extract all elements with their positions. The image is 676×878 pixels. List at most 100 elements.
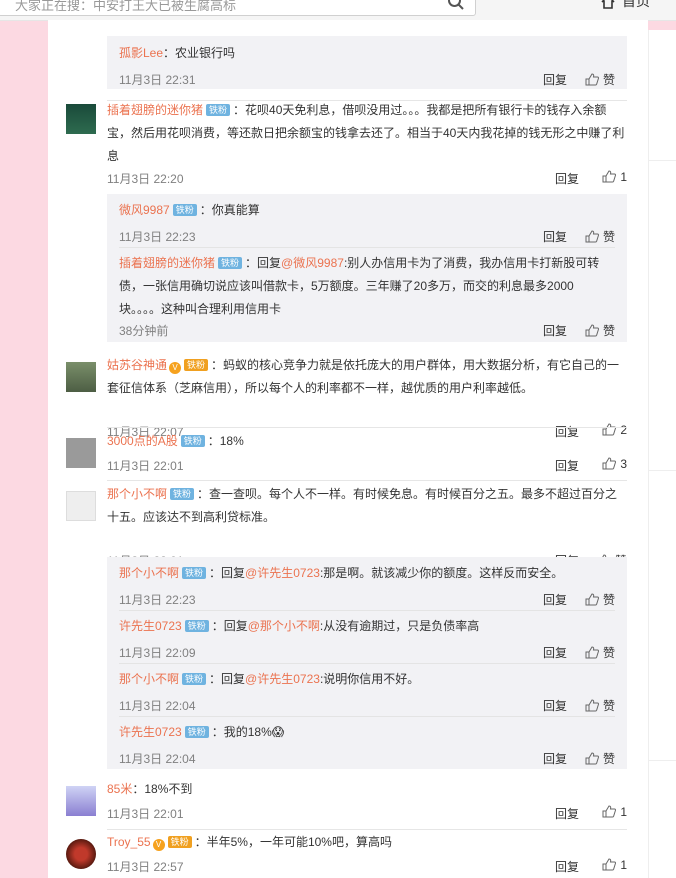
user-name[interactable]: 3000点的A股 bbox=[107, 434, 178, 448]
reply-text: :说明你信用不好。 bbox=[319, 672, 420, 686]
timestamp: 38分钟前 bbox=[119, 324, 169, 338]
fan-badge: 铁粉 bbox=[182, 567, 207, 579]
thumbs-up-icon bbox=[585, 646, 599, 659]
user-name[interactable]: 许先生0723 bbox=[119, 725, 182, 739]
timestamp: 11月3日 22:01 bbox=[107, 459, 184, 473]
user-name[interactable]: 孤影Lee bbox=[119, 46, 163, 60]
top-bar: 大家正在搜：中安打王大已被生腐高标 首页 bbox=[0, 0, 676, 21]
avatar[interactable] bbox=[66, 362, 96, 392]
like-button[interactable]: 1 bbox=[587, 858, 627, 872]
avatar[interactable] bbox=[66, 438, 96, 468]
user-name[interactable]: 微风9987 bbox=[119, 203, 170, 217]
thumbs-up-icon bbox=[585, 73, 599, 86]
fan-badge: 铁粉 bbox=[167, 836, 192, 848]
avatar[interactable] bbox=[66, 839, 96, 869]
reply-button[interactable]: 回复 bbox=[555, 170, 579, 187]
thumbs-up-icon bbox=[585, 324, 599, 337]
user-name[interactable]: 那个小不啊 bbox=[119, 672, 179, 686]
like-button[interactable]: 赞 bbox=[575, 591, 615, 608]
user-name[interactable]: 那个小不啊 bbox=[107, 487, 167, 501]
timestamp: 11月3日 22:09 bbox=[119, 646, 196, 660]
timestamp: 11月3日 22:04 bbox=[119, 699, 196, 713]
like-button[interactable]: 赞 bbox=[575, 71, 615, 88]
timestamp: 11月3日 22:20 bbox=[107, 172, 184, 186]
fan-badge: 铁粉 bbox=[182, 673, 207, 685]
comment-text: ：18% bbox=[207, 434, 244, 448]
reply-button[interactable]: 回复 bbox=[543, 697, 567, 714]
avatar[interactable] bbox=[66, 104, 96, 134]
thumbs-up-icon bbox=[585, 230, 599, 243]
like-button[interactable]: 赞 bbox=[575, 322, 615, 339]
timestamp: 11月3日 22:31 bbox=[119, 73, 196, 87]
fan-badge: 铁粉 bbox=[172, 204, 197, 216]
like-button[interactable]: 1 bbox=[587, 805, 627, 819]
reply-button[interactable]: 回复 bbox=[555, 858, 579, 875]
reply-button[interactable]: 回复 bbox=[543, 71, 567, 88]
vip-icon: V bbox=[169, 362, 182, 374]
fan-badge: 铁粉 bbox=[170, 488, 195, 500]
reply-button[interactable]: 回复 bbox=[555, 457, 579, 474]
reply-text: ：我的18%😱 bbox=[211, 725, 285, 739]
thumbs-up-icon bbox=[585, 593, 599, 606]
reply-button[interactable]: 回复 bbox=[543, 322, 567, 339]
reply-box: 孤影Lee：农业银行吗 11月3日 22:31 回复赞 bbox=[107, 36, 627, 89]
user-name[interactable]: 85米 bbox=[107, 782, 132, 796]
reply-text: 孤影Lee：农业银行吗 bbox=[119, 46, 236, 60]
user-name[interactable]: 姑苏谷神通 bbox=[107, 358, 167, 372]
comment-feed: 孤影Lee：农业银行吗 11月3日 22:31 回复赞 插着翅膀的迷你猪 铁粉 ：花呗… bbox=[48, 20, 648, 878]
fan-badge: 铁粉 bbox=[180, 435, 205, 447]
mention-link[interactable]: @微风9987 bbox=[281, 256, 344, 270]
reply-button[interactable]: 回复 bbox=[543, 228, 567, 245]
user-name[interactable]: 那个小不啊 bbox=[119, 566, 179, 580]
like-button[interactable]: 1 bbox=[587, 170, 627, 184]
user-name[interactable]: 许先生0723 bbox=[119, 619, 182, 633]
timestamp: 11月3日 22:23 bbox=[119, 593, 196, 607]
reply-button[interactable]: 回复 bbox=[555, 805, 579, 822]
home-link[interactable]: 首页 bbox=[600, 0, 650, 11]
home-icon bbox=[601, 0, 615, 10]
mention-link[interactable]: @许先生0723 bbox=[245, 566, 320, 580]
fan-badge: 铁粉 bbox=[184, 620, 209, 632]
thumbs-up-icon bbox=[585, 699, 599, 712]
like-button[interactable]: 赞 bbox=[575, 697, 615, 714]
like-button[interactable]: 赞 bbox=[575, 228, 615, 245]
reply-button[interactable]: 回复 bbox=[543, 644, 567, 661]
reply-box: 微风9987 铁粉 ：你真能算 11月3日 22:23 回复赞 插着翅膀的迷你猪 铁粉：… bbox=[107, 194, 627, 342]
reply-text: :那是啊。就该减少你的额度。这样反而安全。 bbox=[319, 566, 564, 580]
home-label: 首页 bbox=[622, 0, 650, 9]
avatar[interactable] bbox=[66, 491, 96, 521]
like-button[interactable]: 赞 bbox=[575, 750, 615, 767]
mention-link[interactable]: @那个小不啊 bbox=[248, 619, 320, 633]
user-name[interactable]: Troy_55 bbox=[107, 835, 151, 849]
reply-button[interactable]: 回复 bbox=[543, 750, 567, 767]
reply-box: 那个小不啊 铁粉 ：回复@许先生0723:那是啊。就该减少你的额度。这样反而安全。 … bbox=[107, 557, 627, 769]
vip-icon: V bbox=[152, 839, 165, 851]
reply-text: ：你真能算 bbox=[199, 203, 260, 217]
search-input[interactable]: 大家正在搜：中安打王大已被生腐高标 bbox=[0, 0, 476, 16]
user-name[interactable]: 插着翅膀的迷你猪 bbox=[119, 256, 215, 270]
timestamp: 11月3日 22:57 bbox=[107, 860, 184, 874]
fan-badge: 铁粉 bbox=[218, 257, 243, 269]
thumbs-up-icon bbox=[602, 170, 617, 183]
reply-button[interactable]: 回复 bbox=[543, 591, 567, 608]
reply-text: :从没有逾期过，只是负债率高 bbox=[319, 619, 480, 633]
thumbs-up-icon bbox=[602, 805, 617, 818]
like-button[interactable]: 3 bbox=[587, 457, 627, 471]
comment-text: ：半年5%，一年可能10%吧，算高吗 bbox=[194, 835, 392, 849]
thumbs-up-icon bbox=[602, 457, 617, 470]
user-name[interactable]: 插着翅膀的迷你猪 bbox=[107, 103, 203, 117]
fan-badge: 铁粉 bbox=[184, 359, 209, 371]
timestamp: 11月3日 22:23 bbox=[119, 230, 196, 244]
fan-badge: 铁粉 bbox=[184, 726, 209, 738]
timestamp: 11月3日 22:01 bbox=[107, 807, 184, 821]
search-placeholder: 大家正在搜：中安打王大已被生腐高标 bbox=[15, 0, 237, 13]
mention-link[interactable]: @许先生0723 bbox=[245, 672, 320, 686]
comment-text: ：18%不到 bbox=[132, 782, 193, 796]
thumbs-up-icon bbox=[602, 858, 617, 871]
fan-badge: 铁粉 bbox=[206, 104, 231, 116]
avatar[interactable] bbox=[66, 786, 96, 816]
like-button[interactable]: 赞 bbox=[575, 644, 615, 661]
thumbs-up-icon bbox=[585, 752, 599, 765]
search-icon[interactable] bbox=[447, 0, 465, 16]
timestamp: 11月3日 22:04 bbox=[119, 752, 196, 766]
